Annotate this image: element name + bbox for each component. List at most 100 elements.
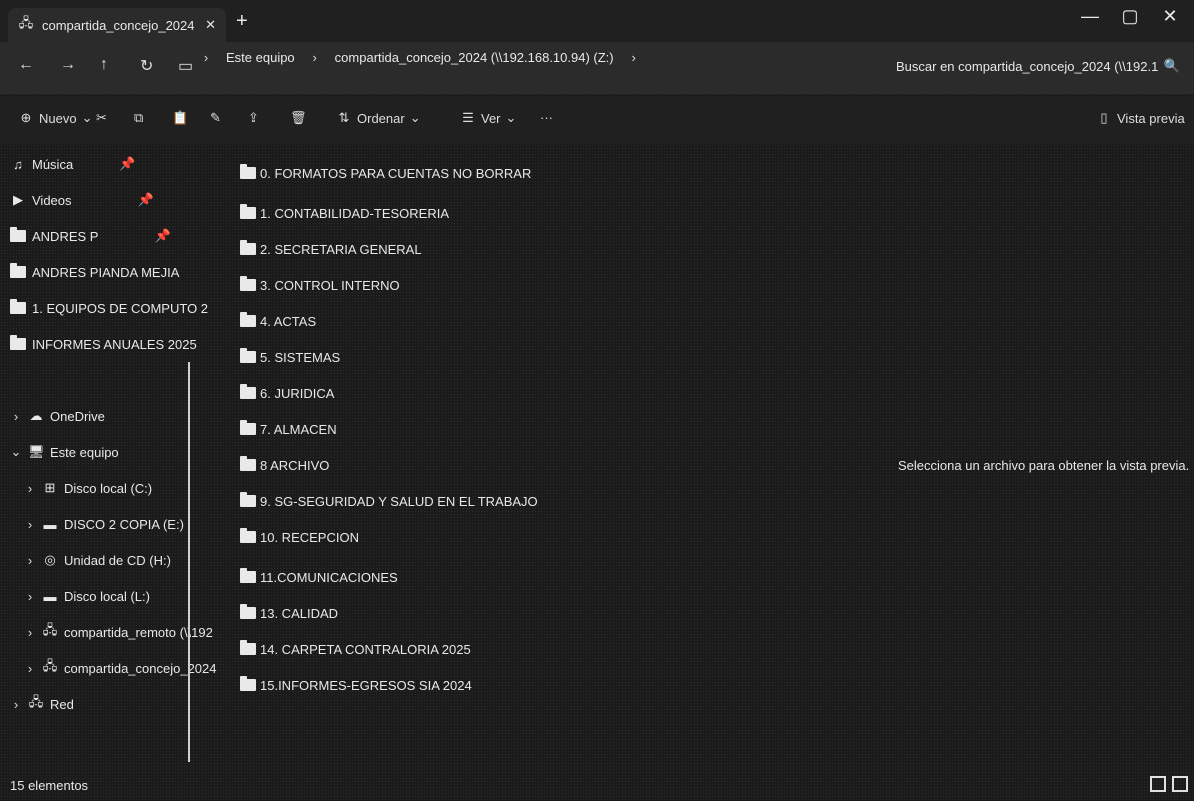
list-item[interactable]: 15.INFORMES-EGRESOS SIA 2024 bbox=[240, 674, 472, 696]
list-item[interactable]: 6. JURIDICA bbox=[240, 382, 334, 404]
music-icon: ♫ bbox=[13, 156, 23, 172]
expand-chevron-icon[interactable]: › bbox=[24, 553, 36, 568]
sidebar-item-cd-h[interactable]: › ◎ Unidad de CD (H:) bbox=[24, 548, 171, 572]
folder-icon bbox=[240, 604, 256, 619]
navigation-pane: ♫ Música 📌 ▶ Videos 📌 ANDRES P 📌 ANDRES … bbox=[0, 146, 217, 762]
list-item[interactable]: 11.COMUNICACIONES bbox=[240, 566, 398, 588]
folder-name: 3. CONTROL INTERNO bbox=[260, 277, 400, 293]
drive-icon: ▬ bbox=[43, 516, 57, 532]
folder-icon bbox=[240, 492, 256, 507]
sidebar-item-musica[interactable]: ♫ Música 📌 bbox=[10, 152, 135, 176]
sidebar-item-este-equipo[interactable]: ⌄ 🖥 Este equipo bbox=[10, 440, 119, 464]
breadcrumb: › Este equipo › compartida_concejo_2024 … bbox=[200, 50, 640, 65]
sidebar-item-label: compartida_remoto (\\192 bbox=[64, 624, 213, 640]
list-item[interactable]: 5. SISTEMAS bbox=[240, 346, 340, 368]
network-drive-icon: 🖧 bbox=[18, 15, 34, 30]
folder-icon bbox=[240, 676, 256, 691]
list-item[interactable]: 0. FORMATOS PARA CUENTAS NO BORRAR bbox=[240, 162, 531, 184]
sidebar-item-label: Disco local (L:) bbox=[64, 588, 150, 604]
sidebar-item-equipos-computo[interactable]: 1. EQUIPOS DE COMPUTO 2 bbox=[10, 296, 208, 320]
window-close-button[interactable]: ✕ bbox=[1150, 6, 1190, 27]
more-options-button[interactable]: ··· bbox=[540, 110, 553, 125]
refresh-button[interactable]: ↻ bbox=[140, 56, 153, 76]
expand-chevron-icon[interactable]: › bbox=[10, 409, 22, 424]
list-item[interactable]: 4. ACTAS bbox=[240, 310, 316, 332]
pane-divider[interactable] bbox=[188, 362, 190, 762]
list-item[interactable]: 8 ARCHIVO bbox=[240, 454, 329, 476]
pin-icon[interactable]: 📌 bbox=[154, 228, 170, 244]
view-icon: ☰ bbox=[462, 110, 474, 125]
sidebar-item-disco-c[interactable]: › ⊞ Disco local (C:) bbox=[24, 476, 152, 500]
breadcrumb-compartida[interactable]: compartida_concejo_2024 (\\192.168.10.94… bbox=[335, 50, 614, 65]
new-tab-button[interactable]: + bbox=[236, 10, 248, 33]
folder-icon bbox=[240, 164, 256, 179]
sidebar-item-label: ANDRES P bbox=[32, 228, 99, 244]
sidebar-item-label: ANDRES PIANDA MEJIA bbox=[32, 264, 180, 280]
pin-icon[interactable]: 📌 bbox=[119, 156, 135, 172]
list-item[interactable]: 14. CARPETA CONTRALORIA 2025 bbox=[240, 638, 471, 660]
list-item[interactable]: 9. SG-SEGURIDAD Y SALUD EN EL TRABAJO bbox=[240, 490, 538, 512]
share-icon[interactable]: ⇪ bbox=[248, 110, 259, 126]
chevron-down-icon: ⌄ bbox=[81, 110, 93, 125]
cloud-icon: ☁ bbox=[29, 408, 43, 423]
list-item[interactable]: 2. SECRETARIA GENERAL bbox=[240, 238, 422, 260]
forward-button[interactable]: → bbox=[60, 56, 76, 74]
delete-icon[interactable]: 🗑 bbox=[290, 110, 307, 126]
sidebar-item-red[interactable]: › 🖧 Red bbox=[10, 692, 74, 716]
video-icon: ▶ bbox=[13, 192, 23, 207]
new-button[interactable]: ⊕ Nuevo ⌄ bbox=[18, 110, 93, 126]
sidebar-item-disco-l[interactable]: › ▬ Disco local (L:) bbox=[24, 584, 150, 608]
sidebar-item-label: Unidad de CD (H:) bbox=[64, 552, 171, 568]
search-input[interactable]: Buscar en compartida_concejo_2024 (\\192… bbox=[896, 59, 1158, 74]
rename-icon[interactable]: ✎ bbox=[210, 110, 221, 126]
sidebar-item-label: Videos bbox=[32, 192, 72, 208]
preview-pane-button[interactable]: ▯ Vista previa bbox=[1096, 110, 1184, 126]
expand-chevron-icon[interactable]: › bbox=[10, 697, 22, 712]
up-button[interactable]: ↑ bbox=[100, 56, 108, 74]
list-item[interactable]: 10. RECEPCION bbox=[240, 526, 359, 548]
expand-chevron-icon[interactable]: › bbox=[24, 625, 36, 640]
file-list: 0. FORMATOS PARA CUENTAS NO BORRAR 1. CO… bbox=[200, 146, 840, 762]
list-item[interactable]: 13. CALIDAD bbox=[240, 602, 338, 624]
pin-icon[interactable]: 📌 bbox=[138, 192, 154, 208]
maximize-button[interactable]: ▢ bbox=[1110, 6, 1150, 27]
sidebar-item-andres-pianda[interactable]: ANDRES PIANDA MEJIA bbox=[10, 260, 179, 284]
expand-chevron-icon[interactable]: › bbox=[24, 481, 36, 496]
sidebar-item-compartida-remoto[interactable]: › 🖧 compartida_remoto (\\192 bbox=[24, 620, 213, 644]
sidebar-item-disco-e[interactable]: › ▬ DISCO 2 COPIA (E:) bbox=[24, 512, 184, 536]
sidebar-item-onedrive[interactable]: › ☁ OneDrive bbox=[10, 404, 105, 428]
view-button[interactable]: ☰ Ver ⌄ bbox=[460, 110, 516, 126]
expand-chevron-icon[interactable]: › bbox=[24, 589, 36, 604]
sidebar-item-videos[interactable]: ▶ Videos 📌 bbox=[10, 188, 154, 212]
copy-icon[interactable]: ⧉ bbox=[134, 110, 143, 126]
sidebar-item-andres-p[interactable]: ANDRES P 📌 bbox=[10, 224, 171, 248]
list-item[interactable]: 3. CONTROL INTERNO bbox=[240, 274, 400, 296]
folder-icon bbox=[240, 456, 256, 471]
tiles-view-icon[interactable] bbox=[1172, 776, 1188, 792]
back-button[interactable]: ← bbox=[18, 56, 34, 74]
cut-icon[interactable]: ✂ bbox=[96, 110, 107, 126]
chevron-down-icon: ⌄ bbox=[505, 110, 517, 125]
details-view-icon[interactable] bbox=[1150, 776, 1166, 792]
title-bar: 🖧 compartida_concejo_2024 (\\ ✕ + — ▢ ✕ bbox=[0, 0, 1194, 42]
close-tab-icon[interactable]: ✕ bbox=[205, 17, 216, 33]
list-item[interactable]: 1. CONTABILIDAD-TESORERIA bbox=[240, 202, 449, 224]
breadcrumb-este-equipo[interactable]: Este equipo bbox=[226, 50, 295, 65]
this-pc-icon[interactable]: ▭ bbox=[178, 56, 193, 76]
status-bar: 15 elementos bbox=[0, 770, 1194, 801]
tab-compartida-concejo[interactable]: 🖧 compartida_concejo_2024 (\\ ✕ bbox=[8, 8, 226, 42]
collapse-chevron-icon[interactable]: ⌄ bbox=[10, 444, 22, 460]
folder-icon bbox=[240, 420, 256, 435]
expand-chevron-icon[interactable]: › bbox=[24, 517, 36, 532]
expand-chevron-icon[interactable]: › bbox=[24, 661, 36, 676]
sidebar-item-label: 1. EQUIPOS DE COMPUTO 2 bbox=[32, 300, 209, 316]
sidebar-item-informes-anuales[interactable]: INFORMES ANUALES 2025 bbox=[10, 332, 197, 356]
folder-icon bbox=[240, 528, 256, 543]
sort-button[interactable]: ⇅ Ordenar ⌄ bbox=[336, 110, 421, 126]
list-item[interactable]: 7. ALMACEN bbox=[240, 418, 337, 440]
paste-icon[interactable]: 📋 bbox=[172, 110, 188, 126]
sidebar-item-label: INFORMES ANUALES 2025 bbox=[32, 336, 197, 352]
search-box[interactable]: Buscar en compartida_concejo_2024 (\\192… bbox=[896, 52, 1180, 80]
folder-name: 1. CONTABILIDAD-TESORERIA bbox=[260, 205, 450, 221]
minimize-button[interactable]: — bbox=[1070, 6, 1110, 27]
